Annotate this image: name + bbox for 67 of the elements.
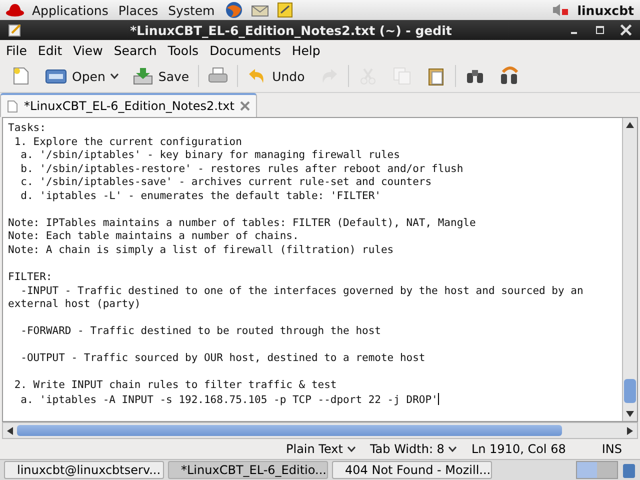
- text-line: Tasks:: [8, 122, 47, 136]
- scrollbar-thumb[interactable]: [624, 379, 636, 403]
- window-title: *LinuxCBT_EL-6_Edition_Notes2.txt (~) - gedit: [129, 22, 453, 38]
- caret-icon: [346, 446, 356, 452]
- printer-icon: [208, 67, 228, 85]
- menu-item[interactable]: View: [73, 42, 103, 58]
- menu-item[interactable]: Search: [114, 42, 157, 58]
- open-button[interactable]: Open: [40, 65, 124, 87]
- trash-icon[interactable]: [622, 461, 636, 479]
- text-caret: [438, 392, 439, 405]
- text-line: a. 'iptables -A INPUT -s 192.168.75.105 -p TCP --dport 22 -j DROP': [20, 392, 440, 408]
- status-text: INS: [602, 442, 622, 456]
- menu-item[interactable]: Documents: [210, 42, 281, 58]
- taskbar-button[interactable]: 404 Not Found - Mozill...: [332, 461, 492, 479]
- text-line: Note: Each table maintains a number of chains.: [8, 230, 300, 244]
- status-text: Ln 1910, Col 68: [471, 442, 566, 456]
- status-dropdown[interactable]: Tab Width: 8: [370, 442, 458, 456]
- text-line: 1. Explore the current configuration: [13, 136, 243, 150]
- status-dropdown[interactable]: Plain Text: [286, 442, 356, 456]
- copy-icon: [392, 67, 412, 85]
- text-line: c. '/sbin/iptables-save' - archives current rule-set and counters: [20, 176, 433, 190]
- download-arrow-icon: [133, 67, 154, 85]
- folder-icon: [45, 67, 67, 85]
- right-arrow-icon[interactable]: [627, 426, 633, 434]
- hat-logo-icon[interactable]: [6, 3, 24, 17]
- document-icon: [7, 100, 18, 112]
- menu-item[interactable]: Tools: [168, 42, 199, 58]
- horizontal-scrollbar[interactable]: [2, 422, 638, 439]
- panel-menu[interactable]: System: [168, 2, 215, 18]
- globe-icon[interactable]: [224, 1, 243, 19]
- user-name[interactable]: linuxcbt: [577, 2, 634, 18]
- undo-button[interactable]: Undo: [242, 65, 310, 87]
- binoculars-icon: [464, 67, 485, 85]
- menu-item[interactable]: Help: [292, 42, 320, 58]
- text-line: d. 'iptables -L' - enumerates the default table: 'FILTER': [20, 190, 382, 204]
- text-line: FILTER:: [8, 271, 54, 285]
- text-line: a. '/sbin/iptables' - key binary for managing firewall rules: [20, 149, 401, 163]
- maximize-icon[interactable]: [594, 24, 606, 36]
- menu-item[interactable]: Edit: [38, 42, 62, 58]
- text-line: Note: A chain is simply a list of firewall (filtration) rules: [8, 244, 395, 258]
- binoculars-icon: [498, 66, 521, 86]
- vertical-scrollbar[interactable]: [622, 118, 637, 421]
- left-arrow-icon[interactable]: [7, 426, 13, 434]
- new-document-icon: [11, 66, 31, 86]
- menu-item[interactable]: File: [6, 42, 27, 58]
- panel-menu[interactable]: Applications: [32, 2, 108, 18]
- taskbar-button[interactable]: *LinuxCBT_EL-6_Editio...: [168, 461, 328, 479]
- save-button[interactable]: Save: [128, 65, 194, 87]
- workspace-switcher[interactable]: [576, 461, 618, 479]
- text-line: 2. Write INPUT chain rules to filter traffic & test: [13, 379, 338, 393]
- taskbar-button[interactable]: linuxcbt@linuxcbtserv...: [4, 461, 164, 479]
- text-line: -FORWARD - Traffic destined to be routed through the host: [20, 325, 382, 339]
- text-line: Note: IPTables maintains a number of tables: FILTER (Default), NAT, Mangle: [8, 216, 477, 230]
- text-line: b. '/sbin/iptables-restore' - restores rules after reboot and/or flush: [20, 162, 464, 176]
- scrollbar-thumb[interactable]: [17, 425, 562, 436]
- document-tab[interactable]: *LinuxCBT_EL-6_Edition_Notes2.txt: [0, 93, 258, 117]
- up-arrow-icon[interactable]: [626, 122, 634, 128]
- clipboard-icon: [426, 66, 446, 86]
- caret-icon: [448, 446, 458, 452]
- text-line: -OUTPUT - Traffic sourced by OUR host, destined to a remote host: [20, 352, 426, 366]
- down-arrow-icon[interactable]: [626, 411, 634, 417]
- muted-speaker-icon[interactable]: [551, 2, 570, 18]
- caret-icon: [110, 73, 120, 79]
- text-line: -INPUT - Traffic destined to one of the interfaces governed by the host and sourced by an external host (party): [8, 284, 584, 312]
- notepad-icon[interactable]: [276, 2, 293, 18]
- edit-icon: [8, 23, 22, 37]
- panel-menu[interactable]: Places: [118, 2, 158, 18]
